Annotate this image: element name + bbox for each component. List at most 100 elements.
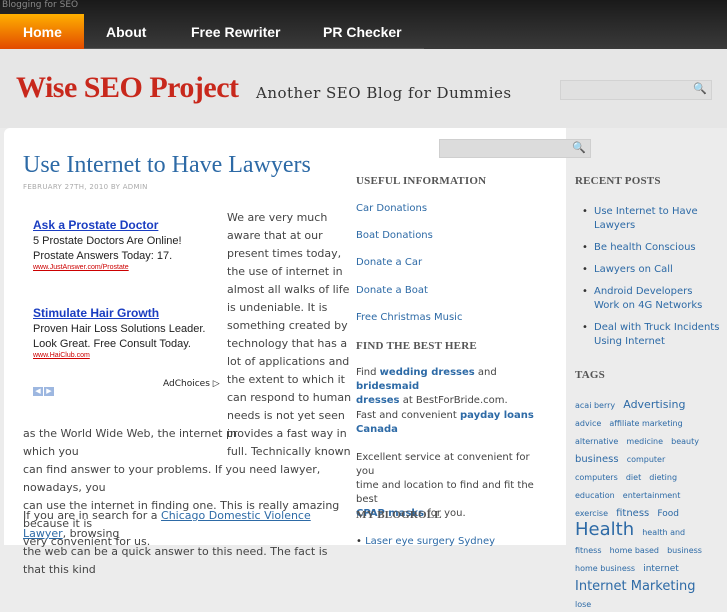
article-line: lot of applications and [227,355,350,368]
article-paragraph-2: If you are in search for a Chicago Domes… [23,507,353,579]
ad-title[interactable]: Stimulate Hair Growth [33,306,223,320]
article-column-text: We are very much aware that at our prese… [227,209,352,461]
nav-home-label: Home [23,24,62,40]
nav-pr-checker[interactable]: PR Checker [323,24,402,40]
sidebar-search-input[interactable]: 🔍 [439,139,591,158]
article-text: If you are in search for a [23,509,162,522]
find-text: time and location to find and fit the be… [356,480,534,505]
blogroll-heading: MY BLOGROLL [356,509,442,521]
site-tagline: Another SEO Blog for Dummies [256,84,512,102]
post-title[interactable]: Use Internet to Have Lawyers [23,152,311,179]
ad-body: 5 Prostate Doctors Are Online! Prostate … [33,235,182,262]
tag-link[interactable]: Internet Marketing [575,579,696,594]
tag-link[interactable]: advice [575,419,601,428]
tag-link[interactable]: entertainment [623,491,681,500]
tag-link[interactable]: fitness [616,508,649,519]
tag-link[interactable]: alternative [575,437,618,446]
article-line: can find answer to your problems. If you… [23,463,321,494]
ad-body: Proven Hair Loss Solutions Leader. Look … [33,323,206,350]
recent-post-item[interactable]: Use Internet to Have Lawyers [580,205,720,233]
canada-link[interactable]: Canada [356,424,398,435]
adchoices-label[interactable]: AdChoices ▷ [163,379,220,389]
tag-cloud: acai berry Advertising advice affiliate … [575,395,715,612]
tag-link[interactable]: acai berry [575,401,615,410]
tag-link[interactable]: medicine [626,437,663,446]
tags-heading: TAGS [575,369,605,381]
tag-link[interactable]: home business [575,564,635,573]
find-text: Find [356,367,380,378]
recent-post-item[interactable]: Be health Conscious [580,241,720,255]
prev-arrow-icon[interactable]: ◀ [33,387,43,396]
recent-post-item[interactable]: Lawyers on Call [580,263,720,277]
article-line: present times today, [227,247,342,260]
link-donate-car[interactable]: Donate a Car [356,257,422,268]
header-search-input[interactable]: 🔍 [560,80,712,100]
find-best-p2: Fast and convenient payday loans Canada [356,409,546,437]
ad-block-1[interactable]: Ask a Prostate Doctor 5 Prostate Doctors… [33,218,223,271]
ad-url[interactable]: www.JustAnswer.com/Prostate [33,264,223,271]
link-donate-boat[interactable]: Donate a Boat [356,285,428,296]
tag-link[interactable]: business [575,454,619,465]
article-line: technology that has a [227,337,348,350]
find-text: Excellent service at convenient for you [356,452,530,477]
article-line: the use of internet in [227,265,343,278]
article-line: is undeniable. It is [227,301,328,314]
link-car-donations[interactable]: Car Donations [356,203,427,214]
site-title[interactable]: Wise SEO Project [16,71,239,105]
article-line: aware that at our [227,229,323,242]
find-text: and [474,367,497,378]
link-boat-donations[interactable]: Boat Donations [356,230,433,241]
ad-pager[interactable]: ◀ ▶ [33,378,55,397]
dresses-link[interactable]: dresses [356,395,400,406]
tag-link[interactable]: Food [657,509,679,519]
tag-link[interactable]: lose [575,600,591,609]
find-text: at BestForBride.com. [399,395,508,406]
article-line: We are very much [227,211,328,224]
article-line: the web can be a quick answer to this ne… [23,545,328,576]
payday-loans-link[interactable]: payday loans [460,410,534,421]
tag-link[interactable]: affiliate marketing [609,419,682,428]
next-arrow-icon[interactable]: ▶ [44,387,54,396]
article-line: the extent to which it [227,373,345,386]
nav-home-tab[interactable]: Home [0,14,84,49]
tag-link[interactable]: exercise [575,509,608,518]
article-line: can respond to human [227,391,352,404]
find-text: Fast and convenient [356,410,460,421]
ad-url[interactable]: www.HaiClub.com [33,352,223,359]
tag-link[interactable]: internet [643,564,679,574]
recent-posts-heading: RECENT POSTS [575,175,661,187]
find-best-p1: Find wedding dresses and bridesmaid dress… [356,366,546,408]
top-tagline: Blogging for SEO [2,0,79,10]
article-line: something created by [227,319,348,332]
tag-link[interactable]: education [575,491,615,500]
article-text: , browsing [62,527,120,540]
recent-posts-list: Use Internet to Have Lawyers Be health C… [580,205,720,357]
find-best-heading: FIND THE BEST HERE [356,340,477,352]
blogroll-link[interactable]: Laser eye surgery Sydney [365,536,495,547]
ad-title[interactable]: Ask a Prostate Doctor [33,218,223,232]
recent-post-item[interactable]: Deal with Truck Incidents Using Internet [580,321,720,349]
blogroll-item[interactable]: • Laser eye surgery Sydney [356,536,495,547]
search-icon[interactable]: 🔍 [693,82,707,95]
useful-info-heading: USEFUL INFORMATION [356,175,487,187]
tag-link[interactable]: computer [627,455,666,464]
nav-about[interactable]: About [106,24,146,40]
tag-link[interactable]: Advertising [623,398,685,411]
tag-link[interactable]: computers [575,473,618,482]
article-line: almost all walks of life [227,283,350,296]
tag-link[interactable]: home based [610,546,659,555]
article-line: as the World Wide Web, the internet prov… [23,427,347,458]
post-meta: FEBRUARY 27TH, 2010 BY ADMIN [23,183,148,191]
recent-post-item[interactable]: Android Developers Work on 4G Networks [580,285,720,313]
tag-link[interactable]: business [667,546,702,555]
wedding-dresses-link[interactable]: wedding dresses [380,367,475,378]
search-icon[interactable]: 🔍 [572,141,586,154]
tag-link[interactable]: diet [626,473,641,482]
tag-link[interactable]: beauty [671,437,699,446]
ad-block-2[interactable]: Stimulate Hair Growth Proven Hair Loss S… [33,306,223,359]
tag-link[interactable]: dieting [649,473,677,482]
tag-link[interactable]: Health [575,519,634,540]
link-christmas-music[interactable]: Free Christmas Music [356,312,462,323]
nav-free-rewriter[interactable]: Free Rewriter [191,24,280,40]
bridesmaid-link[interactable]: bridesmaid [356,381,419,392]
